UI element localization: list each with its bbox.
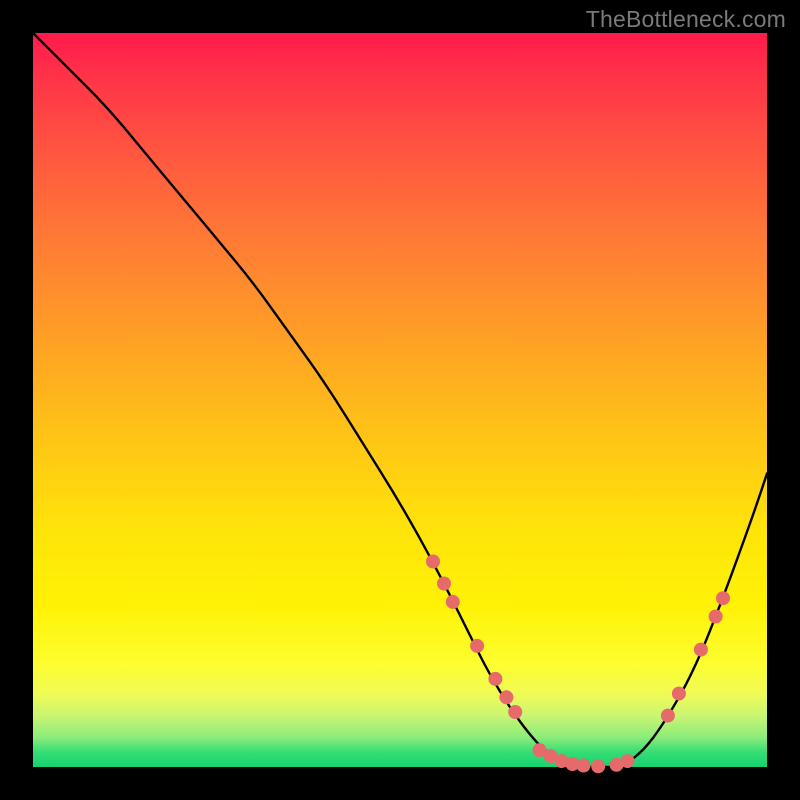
data-marker (470, 639, 484, 653)
data-marker (437, 577, 451, 591)
data-marker (716, 591, 730, 605)
data-marker (591, 759, 605, 773)
data-marker (621, 754, 635, 768)
bottleneck-curve (33, 33, 767, 767)
chart-frame: TheBottleneck.com (0, 0, 800, 800)
data-marker (508, 705, 522, 719)
plot-area (33, 33, 767, 767)
data-marker (661, 709, 675, 723)
curve-svg (33, 33, 767, 767)
data-marker (577, 759, 591, 773)
data-marker (488, 672, 502, 686)
watermark-text: TheBottleneck.com (586, 6, 786, 33)
data-marker (499, 690, 513, 704)
data-marker (709, 610, 723, 624)
data-marker (426, 555, 440, 569)
marker-group (426, 555, 730, 774)
data-marker (672, 687, 686, 701)
data-marker (694, 643, 708, 657)
data-marker (446, 595, 460, 609)
